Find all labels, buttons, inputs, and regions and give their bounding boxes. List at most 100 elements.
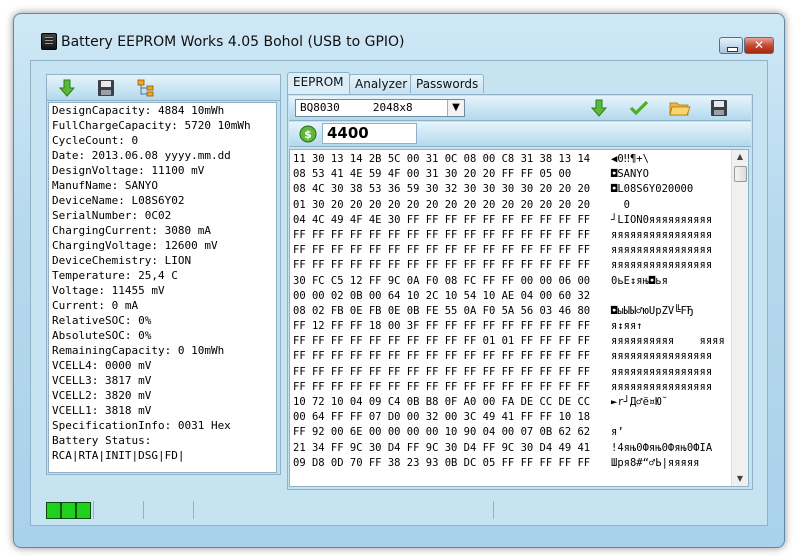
info-line: Date: 2013.06.08 yyyy.mm.dd [52, 149, 231, 162]
close-button[interactable]: ✕ [744, 37, 774, 54]
save-eeprom-icon[interactable] [709, 98, 729, 118]
hex-ascii: яяяяяяяяяяяяяяяя [611, 380, 713, 393]
hex-ascii: яяяяяяяяяяяяяяяя [611, 244, 713, 257]
info-line: RelativeSOC: 0% [52, 314, 152, 327]
hex-ascii: ►r┘Д♂ё¤Ю̆ [611, 396, 662, 408]
hex-row: 11 30 13 14 2B 5C 00 31 0C 08 00 C8 31 3… [293, 152, 725, 167]
hex-ascii: 0 [611, 198, 630, 211]
hex-row: 00 00 02 0B 00 64 10 2C 10 54 10 AE 04 0… [293, 289, 725, 304]
hex-view[interactable]: 11 30 13 14 2B 5C 00 31 0C 08 00 C8 31 3… [289, 149, 749, 487]
svg-text:$: $ [304, 128, 312, 141]
hex-row: FF FF FF FF FF FF FF FF FF FF FF FF FF F… [293, 228, 725, 243]
info-line: DesignCapacity: 4884 10mWh [52, 104, 225, 117]
hex-bytes: FF FF FF FF FF FF FF FF FF FF FF FF FF F… [293, 259, 591, 272]
hex-bytes: FF FF FF FF FF FF FF FF FF FF FF FF FF F… [293, 228, 591, 241]
hex-row: 04 4C 49 4F 4E 30 FF FF FF FF FF FF FF F… [293, 213, 725, 228]
hex-row: FF FF FF FF FF FF FF FF FF FF 01 01 FF F… [293, 334, 725, 349]
read-arrow-icon[interactable] [57, 78, 77, 98]
tab-eeprom[interactable]: EEPROM [287, 72, 350, 94]
left-toolbar [47, 75, 280, 101]
hex-row: 00 64 FF FF 07 D0 00 32 00 3C 49 41 FF F… [293, 410, 725, 425]
info-line: RCA|RTA|INIT|DSG|FD| [52, 449, 185, 462]
tab-analyzer[interactable]: Analyzer [349, 74, 414, 93]
hex-bytes: 04 4C 49 4F 4E 30 FF FF FF FF FF FF FF F… [293, 213, 591, 226]
open-folder-icon[interactable] [669, 98, 691, 118]
hex-ascii: ◘SANYO [611, 168, 649, 181]
hex-bytes: 10 72 10 04 09 C4 0B B8 0F A0 00 FA DE C… [293, 396, 591, 408]
vertical-scrollbar[interactable]: ▲ ▼ [731, 150, 748, 486]
info-line: DeviceChemistry: LION [52, 254, 192, 267]
hex-bytes: 00 00 02 0B 00 64 10 2C 10 54 10 AE 04 0… [293, 289, 591, 302]
main-window: Battery EEPROM Works 4.05 Bohol (USB to … [13, 13, 785, 548]
hex-bytes: FF FF FF FF FF FF FF FF FF FF FF FF FF F… [293, 365, 591, 378]
hex-ascii: ◀0‼¶+\ [611, 153, 649, 165]
hex-bytes: FF 92 00 6E 00 00 00 00 10 90 04 00 07 0… [293, 426, 591, 439]
hex-bytes: 09 D8 0D 70 FF 38 23 93 0B DC 05 FF FF F… [293, 456, 591, 469]
hex-bytes: FF FF FF FF FF FF FF FF FF FF 01 01 FF F… [293, 335, 591, 348]
hex-ascii: ◘L08S6Y020000 [611, 183, 694, 196]
title-bar[interactable]: Battery EEPROM Works 4.05 Bohol (USB to … [14, 14, 784, 54]
hex-row: FF 12 FF FF 18 00 3F FF FF FF FF FF FF F… [293, 319, 725, 334]
hex-row: FF 92 00 6E 00 00 00 00 10 90 04 00 07 0… [293, 425, 725, 440]
info-line: DeviceName: L08S6Y02 [52, 194, 185, 207]
size-bar: $ 4400 [289, 122, 751, 147]
window-title: Battery EEPROM Works 4.05 Bohol (USB to … [61, 34, 405, 50]
hex-ascii: ┘LION0яяяяяяяяяя [611, 213, 713, 226]
hex-ascii: яяяяяяяяяяяяяяяя [611, 259, 713, 272]
info-line: Voltage: 11455 mV [52, 284, 165, 297]
info-line: ChargingCurrent: 3080 mA [52, 224, 211, 237]
info-line: SerialNumber: 0C02 [52, 209, 172, 222]
hex-ascii: !4яњ0Фяњ0Фяњ0ФIA [611, 441, 713, 454]
hex-ascii: 0ьЕ↕яњ◘ья [611, 274, 668, 287]
eeprom-size-field[interactable]: 4400 [322, 123, 417, 144]
info-line: ChargingVoltage: 12600 mV [52, 239, 218, 252]
hex-ascii: яяяяяяяяяя яяяя [611, 335, 725, 348]
scroll-down-icon[interactable]: ▼ [732, 472, 748, 486]
info-line: Battery Status: [52, 434, 152, 447]
money-exchange-icon[interactable]: $ [298, 124, 318, 144]
status-led [76, 502, 91, 519]
hex-row: 09 D8 0D 70 FF 38 23 93 0B DC 05 FF FF F… [293, 456, 725, 471]
info-line: DesignVoltage: 11100 mV [52, 164, 205, 177]
hex-bytes: 11 30 13 14 2B 5C 00 31 0C 08 00 C8 31 3… [293, 153, 591, 165]
tab-passwords[interactable]: Passwords [410, 74, 485, 93]
hex-ascii: я↕яя↑ [611, 320, 643, 333]
verify-check-icon[interactable] [629, 98, 649, 118]
device-toolbar: BQ8030 2048x8 ▼ [289, 96, 751, 121]
scroll-up-icon[interactable]: ▲ [732, 150, 748, 164]
hex-bytes: FF 12 FF FF 18 00 3F FF FF FF FF FF FF F… [293, 320, 591, 333]
status-led [46, 502, 61, 519]
minimize-button[interactable] [719, 37, 743, 54]
hex-bytes: 08 53 41 4E 59 4F 00 31 30 20 20 FF FF 0… [293, 168, 572, 181]
status-divider [193, 501, 194, 519]
info-line: Temperature: 25,4 C [52, 269, 178, 282]
read-eeprom-icon[interactable] [589, 98, 609, 118]
battery-info-textbox[interactable]: DesignCapacity: 4884 10mWh FullChargeCapa… [48, 102, 277, 473]
hex-ascii: яяяяяяяяяяяяяяяя [611, 350, 713, 363]
tree-icon[interactable] [136, 78, 156, 98]
status-led [61, 502, 76, 519]
info-line: VCELL3: 3817 mV [52, 374, 152, 387]
hex-bytes: FF FF FF FF FF FF FF FF FF FF FF FF FF F… [293, 380, 591, 393]
hex-row: 08 4C 30 38 53 36 59 30 32 30 30 30 30 2… [293, 182, 725, 197]
app-chip-icon [41, 33, 57, 50]
hex-row: FF FF FF FF FF FF FF FF FF FF FF FF FF F… [293, 349, 725, 364]
hex-bytes: 08 4C 30 38 53 36 59 30 32 30 30 30 30 2… [293, 183, 591, 196]
hex-row: FF FF FF FF FF FF FF FF FF FF FF FF FF F… [293, 243, 725, 258]
info-line: Current: 0 mA [52, 299, 139, 312]
status-divider [93, 501, 94, 519]
hex-ascii: яяяяяяяяяяяяяяяя [611, 365, 713, 378]
hex-ascii: Шpя8#“♂Ь|яяяяя [611, 456, 700, 469]
hex-row: FF FF FF FF FF FF FF FF FF FF FF FF FF F… [293, 365, 725, 380]
hex-row: 08 53 41 4E 59 4F 00 31 30 20 20 FF FF 0… [293, 167, 725, 182]
info-line: VCELL2: 3820 mV [52, 389, 152, 402]
device-select[interactable]: BQ8030 2048x8 ▼ [295, 99, 465, 117]
chevron-down-icon[interactable]: ▼ [447, 100, 464, 116]
hex-row: 30 FC C5 12 FF 9C 0A F0 08 FC FF FF 00 0… [293, 274, 725, 289]
device-select-value: BQ8030 2048x8 [300, 101, 413, 114]
save-icon[interactable] [96, 78, 116, 98]
info-line: CycleCount: 0 [52, 134, 139, 147]
hex-bytes: 08 02 FB 0E FB 0E 0B FE 55 0A F0 5A 56 0… [293, 304, 591, 317]
scroll-thumb[interactable] [734, 166, 747, 182]
status-divider [493, 501, 494, 519]
